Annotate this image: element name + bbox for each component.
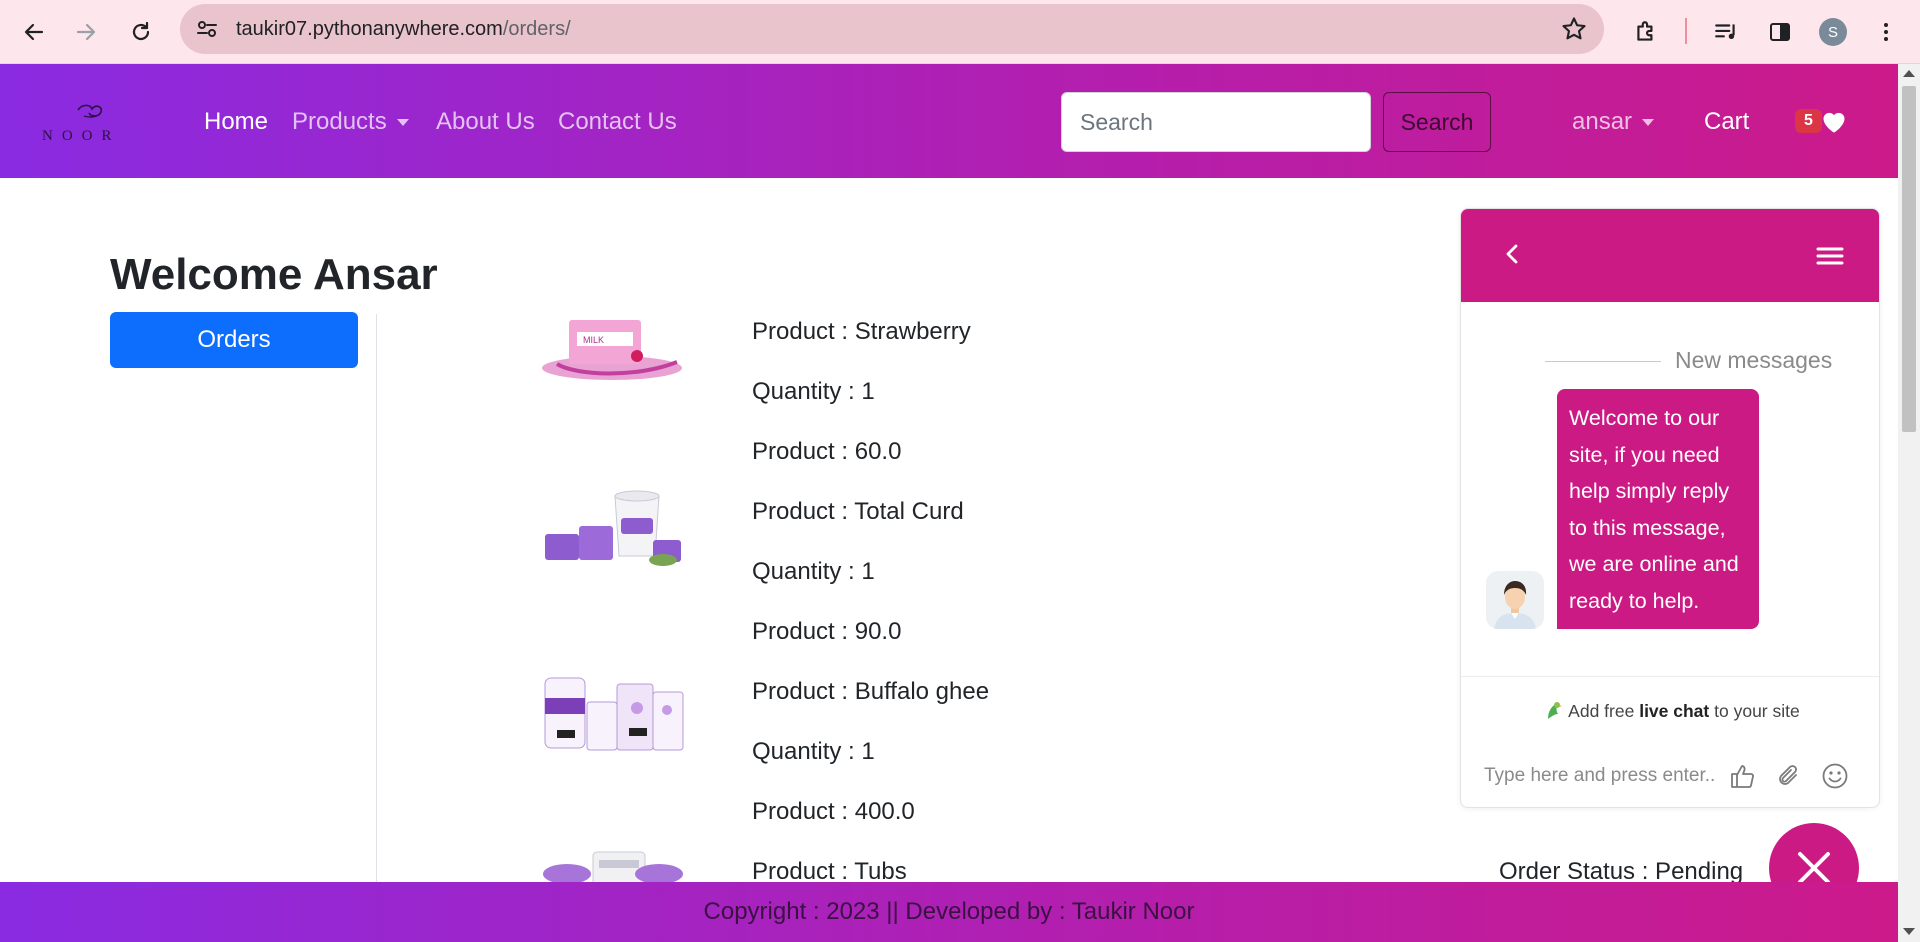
- order-price: Product : 60.0: [752, 438, 902, 465]
- powered-suffix: to your site: [1714, 701, 1800, 721]
- noor-logo[interactable]: NOOR: [40, 100, 150, 146]
- page-scrollbar[interactable]: [1898, 64, 1920, 942]
- site-footer: Copyright : 2023 || Developed by : Tauki…: [0, 882, 1898, 942]
- tubs-image: [537, 848, 687, 882]
- scroll-down-arrow-icon[interactable]: [1903, 928, 1915, 935]
- chat-widget: New messages Welcome to our site, if you…: [1460, 208, 1880, 808]
- order-price: Product : 400.0: [752, 798, 915, 825]
- order-quantity: Quantity : 1: [752, 738, 875, 765]
- caret-down-icon: [1642, 119, 1655, 127]
- agent-avatar: [1486, 571, 1544, 629]
- powered-by-link[interactable]: Add free live chat to your site: [1461, 699, 1879, 722]
- heart-icon: [1823, 112, 1845, 133]
- user-name: ansar: [1572, 108, 1633, 135]
- address-bar[interactable]: taukir07.pythonanywhere.com/orders/: [180, 4, 1604, 54]
- nav-home[interactable]: Home: [204, 108, 268, 136]
- order-product: Product : Total Curd: [752, 498, 964, 525]
- reload-icon[interactable]: [121, 12, 161, 52]
- site-navbar: NOOR Home Products About Us Contact Us S…: [0, 64, 1898, 178]
- hamburger-menu-icon[interactable]: [1815, 241, 1845, 271]
- search-button[interactable]: Search: [1383, 92, 1491, 152]
- nav-contact-us[interactable]: Contact Us: [558, 108, 677, 136]
- nav-about-us[interactable]: About Us: [436, 108, 535, 136]
- powered-prefix: Add free: [1568, 701, 1635, 721]
- profile-initial: S: [1819, 18, 1847, 46]
- profile-avatar[interactable]: S: [1813, 12, 1853, 52]
- caret-down-icon: [396, 119, 409, 127]
- search-input[interactable]: [1061, 92, 1371, 152]
- media-control-icon[interactable]: [1706, 12, 1746, 52]
- curd-pack-image: [537, 488, 687, 578]
- chevron-left-icon[interactable]: [1497, 239, 1527, 269]
- paperclip-icon[interactable]: [1774, 761, 1804, 791]
- welcome-heading: Welcome Ansar: [110, 250, 438, 299]
- parrot-icon: [1548, 702, 1563, 719]
- new-messages-label: New messages: [1675, 347, 1833, 373]
- order-product: Product : Buffalo ghee: [752, 678, 990, 705]
- site-settings-icon[interactable]: [194, 16, 220, 47]
- toolbar-separator: [1685, 18, 1687, 44]
- order-price: Product : 90.0: [752, 618, 902, 645]
- nav-products-label: Products: [292, 108, 387, 135]
- ghee-pack-image: [537, 668, 687, 758]
- new-messages-divider: [1545, 361, 1661, 362]
- chat-header: [1461, 209, 1879, 302]
- chat-welcome-bubble: Welcome to our site, if you need help si…: [1557, 389, 1759, 629]
- svg-text:MILK: MILK: [583, 335, 604, 345]
- side-panel-icon[interactable]: [1760, 12, 1800, 52]
- url-text: taukir07.pythonanywhere.com/orders/: [236, 17, 571, 40]
- chat-separator: [1461, 676, 1879, 677]
- powered-bold: live chat: [1639, 701, 1710, 721]
- bookmark-star-icon[interactable]: [1560, 15, 1588, 48]
- svg-text:NOOR: NOOR: [42, 128, 121, 144]
- sidebar-divider: [376, 314, 377, 884]
- wishlist-link[interactable]: 5: [1795, 108, 1848, 134]
- emoji-icon[interactable]: [1820, 761, 1850, 791]
- thumbs-up-icon[interactable]: [1728, 761, 1758, 791]
- kebab-menu-icon[interactable]: [1866, 12, 1906, 52]
- cart-link[interactable]: Cart: [1704, 108, 1749, 136]
- order-quantity: Quantity : 1: [752, 378, 875, 405]
- strawberry-milk-image: MILK: [537, 306, 687, 396]
- nav-products-dropdown[interactable]: Products: [292, 108, 409, 136]
- back-arrow-icon[interactable]: [14, 12, 54, 52]
- browser-toolbar: taukir07.pythonanywhere.com/orders/ S: [0, 0, 1920, 64]
- footer-copyright: Copyright : 2023 || Developed by : Tauki…: [703, 898, 1195, 925]
- order-product: Product : Strawberry: [752, 318, 971, 345]
- wishlist-count-badge: 5: [1795, 109, 1822, 133]
- extensions-icon[interactable]: [1626, 12, 1666, 52]
- chat-message-input[interactable]: Type here and press enter..: [1484, 765, 1715, 787]
- orders-button[interactable]: Orders: [110, 312, 358, 368]
- scrollbar-thumb[interactable]: [1902, 86, 1916, 432]
- scroll-up-arrow-icon[interactable]: [1903, 70, 1915, 77]
- user-dropdown[interactable]: ansar: [1572, 108, 1655, 136]
- order-quantity: Quantity : 1: [752, 558, 875, 585]
- forward-arrow-icon[interactable]: [66, 12, 106, 52]
